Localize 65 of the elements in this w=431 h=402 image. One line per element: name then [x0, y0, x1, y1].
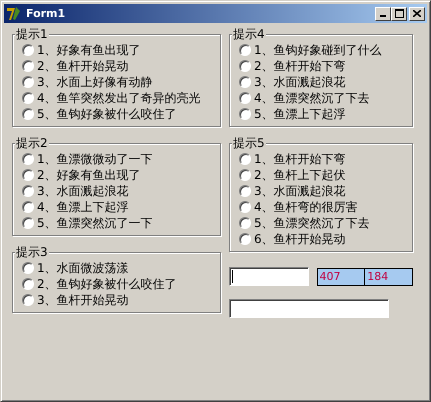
group-title: 提示2	[15, 135, 49, 151]
option-label[interactable]: 1、鱼钩好象碰到了什么	[254, 42, 382, 58]
option-label[interactable]: 5、鱼漂突然沉了下去	[254, 215, 370, 231]
option-label[interactable]: 4、鱼杆弯的很厉害	[254, 199, 358, 215]
option-label[interactable]: 2、鱼杆开始下弯	[254, 58, 346, 74]
option-label[interactable]: 3、水面溅起浪花	[37, 183, 129, 199]
radio-button[interactable]	[239, 44, 251, 56]
radio-button[interactable]	[239, 153, 251, 165]
option-label[interactable]: 6、鱼杆开始晃动	[254, 231, 346, 247]
radio-button[interactable]	[239, 108, 251, 120]
radio-button[interactable]	[22, 169, 34, 181]
group-title: 提示3	[15, 244, 49, 260]
minimize-button[interactable]	[375, 6, 391, 20]
option-label[interactable]: 2、鱼钩好象被什么咬住了	[37, 276, 177, 292]
radio-button[interactable]	[22, 76, 34, 88]
group-title: 提示5	[232, 135, 266, 151]
option-label[interactable]: 3、水面上好像有动静	[37, 74, 153, 90]
option-label[interactable]: 1、鱼漂微微动了一下	[37, 151, 153, 167]
window-title: Form1	[26, 6, 66, 22]
radio-button[interactable]	[22, 44, 34, 56]
input-field[interactable]	[229, 299, 389, 318]
radio-button[interactable]	[239, 169, 251, 181]
option-label[interactable]: 5、鱼漂上下起浮	[254, 106, 346, 122]
radio-button[interactable]	[239, 201, 251, 213]
status-text: 407	[318, 268, 342, 284]
option-label[interactable]: 3、水面溅起浪花	[254, 183, 346, 199]
option-label[interactable]: 4、鱼竿突然发出了奇异的亮光	[37, 90, 201, 106]
option-label[interactable]: 2、好象有鱼出现了	[37, 167, 141, 183]
option-label[interactable]: 1、好象有鱼出现了	[37, 42, 141, 58]
input-field[interactable]	[229, 267, 309, 286]
maximize-button[interactable]	[391, 6, 407, 20]
radio-button[interactable]	[22, 217, 34, 229]
radio-button[interactable]	[239, 76, 251, 88]
radio-button[interactable]	[239, 233, 251, 245]
close-button[interactable]	[409, 6, 425, 20]
radio-button[interactable]	[239, 185, 251, 197]
radio-button[interactable]	[22, 185, 34, 197]
option-label[interactable]: 3、水面溅起浪花	[254, 74, 346, 90]
radio-button[interactable]	[22, 92, 34, 104]
radio-button[interactable]	[22, 153, 34, 165]
radio-button[interactable]	[239, 217, 251, 229]
status-text: 184	[364, 268, 412, 284]
radio-button[interactable]	[22, 278, 34, 290]
radio-button[interactable]	[22, 60, 34, 72]
option-label[interactable]: 2、鱼杆开始晃动	[37, 58, 129, 74]
radio-button[interactable]	[22, 108, 34, 120]
text-cursor	[232, 270, 233, 283]
option-label[interactable]: 4、鱼漂上下起浮	[37, 199, 129, 215]
option-label[interactable]: 4、鱼漂突然沉了下去	[254, 90, 370, 106]
group-title: 提示4	[232, 26, 266, 42]
maximize-icon	[394, 9, 404, 18]
radio-button[interactable]	[22, 262, 34, 274]
radio-button[interactable]	[22, 294, 34, 306]
radio-button[interactable]	[239, 60, 251, 72]
option-label[interactable]: 1、水面微波荡漾	[37, 260, 129, 276]
radio-button[interactable]	[239, 92, 251, 104]
option-label[interactable]: 1、鱼杆开始下弯	[254, 151, 346, 167]
option-label[interactable]: 5、鱼漂突然沉了一下	[37, 215, 153, 231]
option-label[interactable]: 5、鱼钩好象被什么咬住了	[37, 106, 177, 122]
option-label[interactable]: 2、鱼杆上下起伏	[254, 167, 346, 183]
app-icon	[6, 6, 22, 22]
close-icon	[413, 10, 421, 17]
group-title: 提示1	[15, 26, 49, 42]
option-label[interactable]: 3、鱼杆开始晃动	[37, 292, 129, 308]
radio-button[interactable]	[22, 201, 34, 213]
